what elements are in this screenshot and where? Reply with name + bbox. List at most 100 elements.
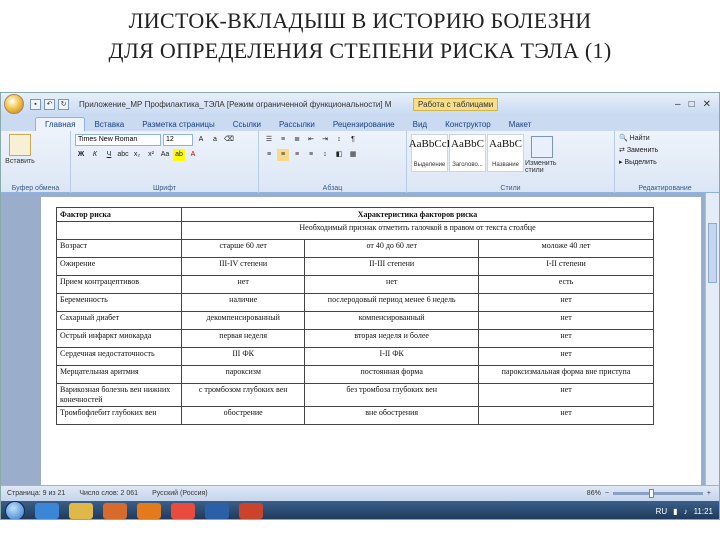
underline-icon[interactable]: Ч [103,149,115,161]
characteristic-cell[interactable]: пароксизмальная форма вне приступа [478,365,654,384]
align-left-icon[interactable]: ≡ [263,149,275,161]
characteristic-cell[interactable]: II-III степени [304,257,480,276]
characteristic-cell[interactable]: послеродовый период менее 6 недель [304,293,480,312]
zoom-slider[interactable] [612,489,703,498]
find-button[interactable]: 🔍 Найти [619,134,711,142]
risk-factor-cell[interactable]: Беременность [56,293,182,312]
numbering-icon[interactable]: ≡ [277,134,289,146]
minimize-button[interactable]: – [675,99,681,110]
characteristic-cell[interactable]: есть [478,275,654,294]
firefox-icon[interactable] [137,503,161,519]
characteristic-cell[interactable]: нет [478,329,654,348]
select-button[interactable]: ▸ Выделить [619,158,711,166]
characteristic-cell[interactable]: обострение [180,406,306,425]
characteristic-cell[interactable]: I-II степени [478,257,654,276]
page-count[interactable]: Страница: 9 из 21 [7,490,65,497]
clear-format-icon[interactable]: ⌫ [223,134,235,146]
tab-home[interactable]: Главная [35,117,86,131]
characteristic-cell[interactable]: моложе 40 лет [478,239,654,258]
increase-indent-icon[interactable]: ⇥ [319,134,331,146]
tab-view[interactable]: Вид [404,118,436,131]
close-button[interactable]: ✕ [703,99,711,110]
shading-icon[interactable]: ◧ [333,149,345,161]
superscript-icon[interactable]: x² [145,149,157,161]
font-size-select[interactable]: 12 [163,134,193,146]
scroll-thumb[interactable] [708,223,717,283]
tab-design[interactable]: Конструктор [436,118,500,131]
ie-icon[interactable] [35,503,59,519]
redo-icon[interactable]: ↻ [58,98,69,110]
characteristic-cell[interactable]: компенсированный [304,311,480,330]
font-color-icon[interactable]: A [187,149,199,161]
characteristic-cell[interactable]: вне обострения [304,406,480,425]
folder-icon[interactable] [69,503,93,519]
start-button[interactable] [5,501,25,519]
characteristic-cell[interactable]: вторая неделя и более [304,329,480,348]
clock[interactable]: 11:21 [694,507,713,516]
shrink-font-icon[interactable]: a [209,134,221,146]
change-styles-button[interactable]: Изменить стили [525,136,559,190]
highlight-icon[interactable]: ab [173,149,185,161]
risk-factor-cell[interactable]: Острый инфаркт миокарда [56,329,182,348]
language-indicator[interactable]: RU [656,507,668,516]
characteristic-cell[interactable]: нет [478,311,654,330]
network-icon[interactable]: ▮ [673,507,677,516]
multilevel-icon[interactable]: ≣ [291,134,303,146]
characteristic-cell[interactable]: наличие [180,293,306,312]
replace-button[interactable]: ⇄ Заменить [619,146,711,154]
grow-font-icon[interactable]: A [195,134,207,146]
risk-factor-cell[interactable]: Тромбофлебит глубоких вен [56,406,182,425]
zoom-knob[interactable] [649,489,655,498]
characteristic-cell[interactable]: I-II ФК [304,347,480,366]
subscript-icon[interactable]: x₂ [131,149,143,161]
powerpoint-icon[interactable] [239,503,263,519]
word-icon[interactable] [205,503,229,519]
justify-icon[interactable]: ≡ [305,149,317,161]
word-count[interactable]: Число слов: 2 061 [79,490,138,497]
undo-icon[interactable]: ↶ [44,98,55,110]
characteristic-cell[interactable]: III ФК [180,347,306,366]
save-icon[interactable]: ▪ [30,98,41,110]
zoom-level[interactable]: 86% [587,490,601,497]
align-right-icon[interactable]: ≡ [291,149,303,161]
volume-icon[interactable]: ♪ [684,507,688,516]
media-icon[interactable] [103,503,127,519]
zoom-out-icon[interactable]: − [605,490,609,497]
style-card[interactable]: AaBbC Заголово... [449,134,486,172]
risk-factor-cell[interactable]: Сахарный диабет [56,311,182,330]
characteristic-cell[interactable]: от 40 до 60 лет [304,239,480,258]
tab-layout[interactable]: Макет [500,118,541,131]
risk-factor-cell[interactable]: Сердечная недостаточность [56,347,182,366]
risk-factor-cell[interactable]: Возраст [56,239,182,258]
chrome-icon[interactable] [171,503,195,519]
tab-mailings[interactable]: Рассылки [270,118,324,131]
tab-references[interactable]: Ссылки [224,118,270,131]
decrease-indent-icon[interactable]: ⇤ [305,134,317,146]
risk-factor-cell[interactable]: Мерцательная аритмия [56,365,182,384]
zoom-in-icon[interactable]: + [707,490,711,497]
characteristic-cell[interactable]: нет [304,275,480,294]
line-spacing-icon[interactable]: ↕ [319,149,331,161]
characteristic-cell[interactable]: с тромбозом глубоких вен [180,383,306,407]
language[interactable]: Русский (Россия) [152,490,208,497]
characteristic-cell[interactable]: нет [180,275,306,294]
tab-page-layout[interactable]: Разметка страницы [133,118,224,131]
characteristic-cell[interactable]: постоянная форма [304,365,480,384]
characteristic-cell[interactable]: первая неделя [180,329,306,348]
characteristic-cell[interactable]: нет [478,293,654,312]
risk-factor-cell[interactable]: Ожирение [56,257,182,276]
characteristic-cell[interactable]: пароксизм [180,365,306,384]
bold-icon[interactable]: Ж [75,149,87,161]
tab-review[interactable]: Рецензирование [324,118,404,131]
paste-button[interactable]: Вставить [5,134,35,165]
characteristic-cell[interactable]: декомпенсированный [180,311,306,330]
pilcrow-icon[interactable]: ¶ [347,134,359,146]
font-name-select[interactable]: Times New Roman [75,134,161,146]
characteristic-cell[interactable]: III-IV степени [180,257,306,276]
sort-icon[interactable]: ↕ [333,134,345,146]
office-button[interactable] [4,94,24,114]
change-case-icon[interactable]: Aa [159,149,171,161]
align-center-icon[interactable]: ≡ [277,149,289,161]
maximize-button[interactable]: □ [689,99,695,110]
characteristic-cell[interactable]: нет [478,383,654,407]
